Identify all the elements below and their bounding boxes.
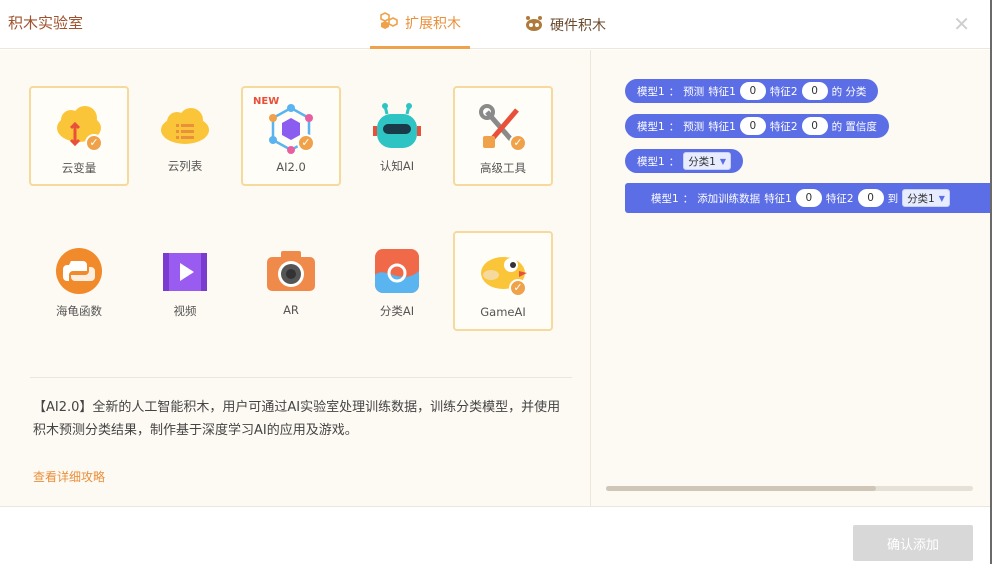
ext-label: 云变量 <box>61 161 97 175</box>
ext-label: AR <box>283 303 299 317</box>
ext-card-ar[interactable]: AR <box>241 231 341 331</box>
block-text: 预测 <box>683 85 705 98</box>
robot-icon <box>524 14 544 36</box>
check-icon: ✓ <box>297 134 315 152</box>
class-dropdown[interactable]: 分类1 ▼ <box>683 152 732 170</box>
bird-icon: ✓ <box>477 249 529 299</box>
camera-icon <box>265 247 317 297</box>
classify-ai-icon <box>371 247 423 297</box>
block-text: 的 分类 <box>831 85 867 98</box>
ext-label: 海龟函数 <box>56 304 102 318</box>
dialog-title: 积木实验室 <box>8 14 84 32</box>
robot-face-icon <box>371 102 423 152</box>
ext-label: AI2.0 <box>276 160 306 174</box>
ext-card-cloud-variable[interactable]: ✓ 云变量 <box>29 86 129 186</box>
block-text: ： <box>668 155 680 168</box>
horizontal-scrollbar[interactable] <box>606 486 973 491</box>
dialog-header: 积木实验室 扩展积木 硬件积木 ✕ <box>0 0 992 49</box>
block-text: ： <box>668 85 680 98</box>
ext-card-turtle[interactable]: 海龟函数 <box>29 231 129 331</box>
block-add-training-data[interactable]: 模型1 ： 添加训练数据 特征1 0 特征2 0 到 分类1 ▼ <box>625 183 990 213</box>
feature2-input[interactable]: 0 <box>857 189 884 207</box>
block-predict-class[interactable]: 模型1 ： 预测 特征1 0 特征2 0 的 分类 <box>625 79 879 103</box>
block-text: ： <box>668 120 680 133</box>
block-text: 预测 <box>683 120 705 133</box>
block-predict-confidence[interactable]: 模型1 ： 预测 特征1 0 特征2 0 的 置信度 <box>625 114 889 138</box>
block-text: 添加训练数据 <box>697 192 761 205</box>
close-icon[interactable]: ✕ <box>953 12 970 36</box>
cloud-variable-icon: ✓ <box>53 104 105 154</box>
ext-card-ai2[interactable]: NEW ✓ AI2.0 <box>241 86 341 186</box>
tab-hardware-label: 硬件积木 <box>550 17 606 34</box>
extension-list-pane: ✓ 云变量 云列表 NEW ✓ AI2.0 认知AI ✓ 高级工具 海龟函数 视… <box>0 50 590 506</box>
tools-icon: ✓ <box>477 104 529 154</box>
tab-hardware-blocks[interactable]: 硬件积木 <box>520 0 610 49</box>
ext-card-cognitive-ai[interactable]: 认知AI <box>347 86 447 186</box>
check-icon: ✓ <box>509 134 527 152</box>
block-text: 特征1 <box>764 192 792 205</box>
ai-network-icon: ✓ <box>265 104 317 154</box>
ext-label: 视频 <box>173 304 197 318</box>
ext-label: GameAI <box>480 305 526 319</box>
block-text: 特征2 <box>825 192 854 205</box>
description-divider <box>30 377 572 378</box>
ext-card-advanced-tools[interactable]: ✓ 高级工具 <box>453 86 553 186</box>
block-text: 特征1 <box>708 120 736 133</box>
block-preview-pane: 模型1 ： 预测 特征1 0 特征2 0 的 分类 模型1 ： 预测 特征1 0… <box>591 50 990 506</box>
confirm-add-button[interactable]: 确认添加 <box>853 525 973 561</box>
check-icon: ✓ <box>85 134 103 152</box>
feature1-input[interactable]: 0 <box>739 82 766 100</box>
chevron-down-icon: ▼ <box>938 193 945 203</box>
feature2-input[interactable]: 0 <box>801 82 828 100</box>
block-text: 特征2 <box>769 120 798 133</box>
tab-extension-label: 扩展积木 <box>405 16 461 32</box>
ext-label: 认知AI <box>379 159 415 173</box>
block-text: 的 置信度 <box>831 120 877 133</box>
video-icon <box>159 247 211 297</box>
ext-card-gameai[interactable]: ✓ GameAI <box>453 231 553 331</box>
block-text: ： <box>682 192 694 205</box>
block-text: 模型1 <box>651 192 679 205</box>
hexagons-icon <box>379 12 399 34</box>
details-guide-link[interactable]: 查看详细攻略 <box>33 468 105 485</box>
python-icon <box>53 247 105 297</box>
class-dropdown-value: 分类1 <box>907 192 935 205</box>
feature1-input[interactable]: 0 <box>739 117 766 135</box>
block-text: 到 <box>887 192 899 205</box>
ext-label: 高级工具 <box>480 161 526 175</box>
dialog-footer: 确认添加 <box>0 506 992 564</box>
feature1-input[interactable]: 0 <box>795 189 822 207</box>
ext-card-classify-ai[interactable]: 分类AI <box>347 231 447 331</box>
extension-description: 【AI2.0】全新的人工智能积木，用户可通过AI实验室处理训练数据，训练分类模型… <box>33 400 561 438</box>
class-dropdown-value: 分类1 <box>688 155 716 168</box>
block-text: 特征1 <box>708 85 736 98</box>
chevron-down-icon: ▼ <box>719 156 727 166</box>
check-icon: ✓ <box>509 279 527 297</box>
block-text: 模型1 <box>637 120 665 133</box>
feature2-input[interactable]: 0 <box>801 117 828 135</box>
ext-label: 分类AI <box>379 304 415 318</box>
ext-card-cloud-list[interactable]: 云列表 <box>135 86 235 186</box>
block-text: 模型1 <box>637 85 665 98</box>
block-class-reporter[interactable]: 模型1 ： 分类1 ▼ <box>625 149 744 173</box>
block-text: 特征2 <box>769 85 798 98</box>
cloud-list-icon <box>159 102 211 152</box>
extension-dialog: 积木实验室 扩展积木 硬件积木 ✕ ✓ 云变量 云列表 NEW ✓ AI2.0 … <box>0 0 992 564</box>
ext-label: 云列表 <box>167 159 203 173</box>
ext-card-video[interactable]: 视频 <box>135 231 235 331</box>
scrollbar-thumb[interactable] <box>606 486 876 491</box>
block-text: 模型1 <box>637 155 665 168</box>
tab-extension-blocks[interactable]: 扩展积木 <box>370 0 470 49</box>
class-dropdown[interactable]: 分类1 ▼ <box>902 189 950 207</box>
